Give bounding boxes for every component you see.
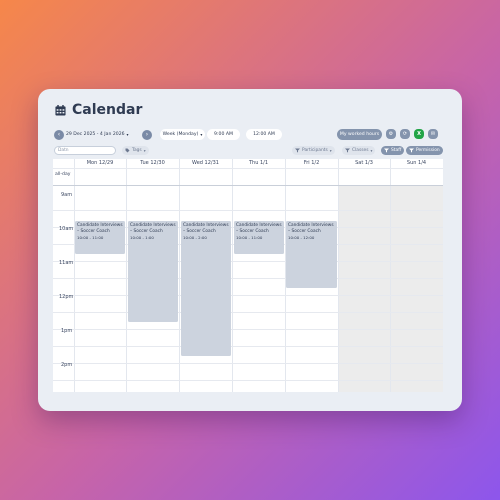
row-divider bbox=[53, 278, 443, 279]
weekend-column-sun bbox=[390, 186, 443, 392]
day-header-sat: Sat 1/3 bbox=[355, 160, 373, 166]
column-divider bbox=[179, 159, 180, 392]
day-header-wed: Wed 12/31 bbox=[192, 160, 219, 166]
staff-filter[interactable]: Staff bbox=[381, 146, 405, 155]
filter-icon bbox=[345, 148, 350, 153]
column-divider bbox=[338, 159, 339, 392]
page-title: Calendar bbox=[72, 102, 143, 118]
excel-icon: X bbox=[417, 131, 421, 137]
next-week-button[interactable]: › bbox=[142, 129, 152, 140]
filter-icon bbox=[295, 148, 300, 153]
worked-hours-label: My worked hours bbox=[339, 132, 380, 137]
excel-export-button[interactable]: X bbox=[414, 129, 424, 139]
day-header-thu: Thu 1/1 bbox=[248, 160, 269, 166]
time-label-10am: 10am bbox=[59, 226, 74, 232]
row-divider bbox=[53, 380, 443, 381]
participants-label: Participants bbox=[302, 148, 328, 153]
chevron-left-icon: ‹ bbox=[57, 131, 61, 138]
event-fri[interactable]: Candidate Interviews – Soccer Coach 10:0… bbox=[286, 221, 337, 288]
weekend-column-sat bbox=[338, 186, 390, 392]
event-tue[interactable]: Candidate Interviews – Soccer Coach 10:0… bbox=[128, 221, 178, 322]
mail-icon: ✉ bbox=[430, 131, 436, 137]
toolbar: ‹ 29 Dec 2025 - 4 Jan 2026 ▾ › Week (Mon… bbox=[54, 129, 446, 141]
time-label-11am: 11am bbox=[59, 260, 74, 266]
chevron-down-icon: ▾ bbox=[370, 148, 373, 153]
row-divider bbox=[53, 210, 443, 211]
week-grid: Mon 12/29 Tue 12/30 Wed 12/31 Thu 1/1 Fr… bbox=[53, 159, 443, 392]
end-time-input[interactable]: 12:00 AM bbox=[246, 129, 282, 140]
worked-hours-button[interactable]: My worked hours bbox=[337, 129, 382, 140]
tag-icon bbox=[125, 148, 130, 153]
day-header-tue: Tue 12/30 bbox=[140, 160, 165, 166]
event-title: Candidate Interviews – Soccer Coach bbox=[288, 223, 334, 234]
chevron-down-icon: ▾ bbox=[126, 132, 129, 137]
row-divider bbox=[53, 363, 443, 364]
row-divider bbox=[53, 168, 443, 169]
email-button[interactable]: ✉ bbox=[428, 129, 438, 139]
column-divider bbox=[390, 159, 391, 392]
time-label-2pm: 2pm bbox=[61, 362, 73, 368]
date-range-label: 29 Dec 2025 - 4 Jan 2026 bbox=[66, 132, 125, 137]
allday-divider bbox=[53, 185, 443, 186]
permission-label: Permission bbox=[416, 148, 440, 153]
row-divider bbox=[53, 295, 443, 296]
chevron-down-icon: ▾ bbox=[200, 132, 203, 137]
tags-label: Tags bbox=[132, 148, 142, 153]
chevron-down-icon: ▾ bbox=[143, 148, 146, 153]
prev-week-button[interactable]: ‹ bbox=[54, 129, 64, 140]
event-title: Candidate Interviews – Soccer Coach bbox=[183, 223, 229, 234]
tags-filter[interactable]: Tags ▾ bbox=[122, 146, 149, 155]
row-divider bbox=[53, 346, 443, 347]
gear-icon: ⚙ bbox=[388, 131, 394, 137]
calendar-card: Calendar ‹ 29 Dec 2025 - 4 Jan 2026 ▾ › … bbox=[38, 89, 462, 411]
column-divider bbox=[126, 159, 127, 392]
event-title: Candidate Interviews – Soccer Coach bbox=[236, 223, 282, 234]
calendar-icon bbox=[55, 104, 66, 116]
end-time-value: 12:00 AM bbox=[253, 132, 275, 137]
day-header-fri: Fri 1/2 bbox=[303, 160, 320, 166]
day-header-mon: Mon 12/29 bbox=[86, 160, 114, 166]
chevron-down-icon: ▾ bbox=[329, 148, 332, 153]
filter-icon bbox=[409, 148, 414, 153]
allday-label: all-day bbox=[55, 172, 71, 177]
row-divider bbox=[53, 261, 443, 262]
column-divider bbox=[232, 159, 233, 392]
event-thu[interactable]: Candidate Interviews – Soccer Coach 10:0… bbox=[234, 221, 284, 254]
event-time: 10:00 - 1:00 bbox=[130, 235, 154, 240]
chevron-right-icon: › bbox=[145, 131, 149, 138]
event-time: 10:00 - 11:00 bbox=[236, 235, 263, 240]
classes-label: Classes bbox=[352, 148, 369, 153]
staff-label: Staff bbox=[391, 148, 402, 153]
search-placeholder: Datn bbox=[58, 148, 69, 153]
refresh-button[interactable]: ⟳ bbox=[400, 129, 410, 139]
filter-icon bbox=[384, 148, 389, 153]
event-title: Candidate Interviews – Soccer Coach bbox=[130, 223, 176, 234]
event-wed[interactable]: Candidate Interviews – Soccer Coach 10:0… bbox=[181, 221, 231, 356]
view-select[interactable]: Week (Monday) ▾ bbox=[160, 129, 205, 140]
filter-bar: Datn Tags ▾ Participants ▾ Classes ▾ Sta… bbox=[54, 146, 446, 156]
date-range-picker[interactable]: 29 Dec 2025 - 4 Jan 2026 ▾ bbox=[66, 129, 129, 140]
refresh-icon: ⟳ bbox=[402, 131, 408, 137]
time-label-12pm: 12pm bbox=[59, 294, 74, 300]
classes-filter[interactable]: Classes ▾ bbox=[342, 146, 376, 155]
search-input[interactable]: Datn bbox=[54, 146, 116, 155]
view-label: Week (Monday) bbox=[162, 132, 199, 137]
participants-filter[interactable]: Participants ▾ bbox=[292, 146, 335, 155]
event-mon[interactable]: Candidate Interviews – Soccer Coach 10:0… bbox=[75, 221, 125, 254]
start-time-input[interactable]: 9:00 AM bbox=[207, 129, 240, 140]
event-time: 10:00 - 12:00 bbox=[288, 235, 315, 240]
header: Calendar bbox=[55, 102, 142, 118]
time-label-1pm: 1pm bbox=[61, 328, 73, 334]
settings-button[interactable]: ⚙ bbox=[386, 129, 396, 139]
permission-filter[interactable]: Permission bbox=[406, 146, 443, 155]
row-divider bbox=[53, 312, 443, 313]
event-time: 10:00 - 11:00 bbox=[77, 235, 104, 240]
column-divider bbox=[74, 159, 75, 392]
row-divider bbox=[53, 329, 443, 330]
event-title: Candidate Interviews – Soccer Coach bbox=[77, 223, 123, 234]
event-time: 10:00 - 2:00 bbox=[183, 235, 207, 240]
start-time-value: 9:00 AM bbox=[214, 132, 233, 137]
day-header-sun: Sun 1/4 bbox=[406, 160, 427, 166]
time-label-9am: 9am bbox=[61, 192, 73, 198]
